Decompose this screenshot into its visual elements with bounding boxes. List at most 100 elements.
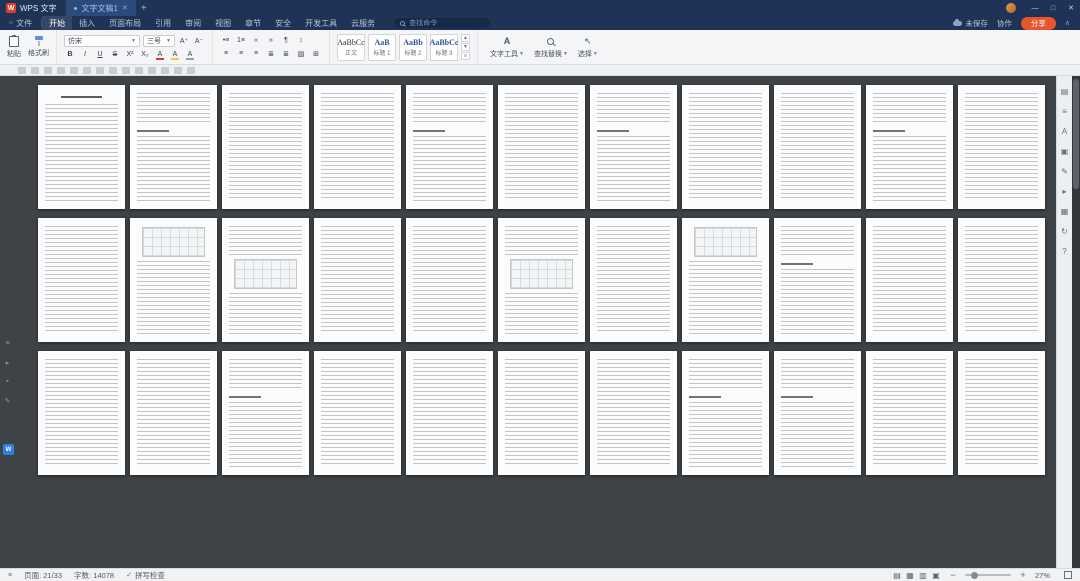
document-page[interactable] [866, 85, 953, 209]
edit-pane-icon[interactable]: ✎ [1060, 166, 1070, 176]
document-page[interactable] [314, 85, 401, 209]
document-page[interactable] [498, 218, 585, 342]
zoom-in-button[interactable]: + [1018, 570, 1028, 580]
shading-icon[interactable]: ▧ [295, 48, 307, 59]
menu-tab-10[interactable]: 云服务 [344, 16, 382, 30]
document-page[interactable] [958, 351, 1045, 475]
text-tools-button[interactable]: A 文字工具 ▼ [485, 35, 529, 59]
strikethrough-icon[interactable]: S [109, 49, 121, 60]
document-page[interactable] [406, 218, 493, 342]
menu-tab-8[interactable]: 安全 [268, 16, 298, 30]
decrease-indent-icon[interactable]: « [250, 35, 262, 46]
style-normal[interactable]: AaBbCc 正文 [337, 33, 365, 61]
font-name-select[interactable]: 仿宋 ▼ [64, 34, 140, 47]
quick-icon-10[interactable] [135, 66, 143, 74]
zoom-out-button[interactable]: − [948, 570, 958, 580]
zoom-slider-handle[interactable] [971, 571, 978, 579]
document-page[interactable] [590, 85, 677, 209]
borders-icon[interactable]: ⊞ [310, 48, 322, 59]
outline-view-icon[interactable]: ▣ [931, 571, 941, 580]
distribute-icon[interactable]: ≣ [280, 48, 292, 59]
document-page[interactable] [866, 351, 953, 475]
close-button[interactable]: ✕ [1062, 0, 1080, 16]
bookmark-pane-icon[interactable]: ▸ [1060, 186, 1070, 196]
document-page[interactable] [498, 85, 585, 209]
file-menu-button[interactable]: ≡ 文件 [0, 16, 41, 30]
quick-icon-13[interactable] [174, 66, 182, 74]
web-view-icon[interactable]: ▥ [918, 571, 928, 580]
minimize-button[interactable]: — [1026, 0, 1044, 16]
document-page[interactable] [498, 351, 585, 475]
document-page[interactable] [774, 85, 861, 209]
number-list-icon[interactable]: 1≡ [235, 35, 247, 46]
document-page[interactable] [682, 85, 769, 209]
maximize-button[interactable]: □ [1044, 0, 1062, 16]
document-page[interactable] [590, 218, 677, 342]
quick-icon-11[interactable] [148, 66, 156, 74]
vertical-scrollbar[interactable] [1072, 76, 1080, 568]
quick-icon-9[interactable] [122, 66, 130, 74]
quick-icon-6[interactable] [83, 66, 91, 74]
zoom-level[interactable]: 27% [1035, 571, 1057, 580]
annotate-icon[interactable]: ✎ [3, 396, 12, 405]
superscript-icon[interactable]: X² [124, 49, 136, 60]
selection-pane-icon[interactable]: ▣ [1060, 146, 1070, 156]
eye-protect-view-icon[interactable]: ▤ [892, 571, 902, 580]
styles-pane-icon[interactable]: A [1060, 126, 1070, 136]
document-page[interactable] [222, 218, 309, 342]
document-page[interactable] [682, 218, 769, 342]
gallery-more-icon[interactable]: ≡ [461, 52, 470, 60]
scrollbar-thumb[interactable] [1073, 79, 1079, 189]
collaborate-button[interactable]: 协作 [997, 18, 1012, 29]
style-heading-3[interactable]: AaBbCc 标题 3 [430, 33, 458, 61]
font-color-icon[interactable]: A [154, 49, 166, 60]
collapse-ribbon-icon[interactable]: ∧ [1065, 19, 1070, 27]
paragraph-marks-icon[interactable]: ¶ [280, 35, 292, 46]
bold-icon[interactable]: B [64, 49, 76, 60]
increase-indent-icon[interactable]: » [265, 35, 277, 46]
style-heading-2[interactable]: AaBb 标题 2 [399, 33, 427, 61]
line-spacing-icon[interactable]: ↕ [295, 35, 307, 46]
align-right-icon[interactable]: ≡ [250, 48, 262, 59]
underline-icon[interactable]: U [94, 49, 106, 60]
document-page[interactable] [774, 218, 861, 342]
status-menu-icon[interactable]: ≡ [8, 572, 12, 579]
new-tab-button[interactable]: + [136, 3, 152, 14]
quick-icon-1[interactable] [18, 66, 26, 74]
font-size-select[interactable]: 三号 ▼ [143, 34, 175, 47]
menu-tab-4[interactable]: 引用 [148, 16, 178, 30]
increase-font-icon[interactable]: A⁺ [178, 35, 190, 46]
document-page[interactable] [38, 351, 125, 475]
format-painter-button[interactable]: 格式刷 [28, 36, 49, 58]
share-button[interactable]: 分享 [1020, 16, 1056, 30]
paste-button[interactable]: 粘贴 [7, 34, 21, 59]
subscript-icon[interactable]: X₂ [139, 49, 151, 60]
zoom-slider[interactable] [965, 571, 1011, 579]
document-page[interactable] [406, 351, 493, 475]
document-page[interactable] [958, 218, 1045, 342]
document-page[interactable] [590, 351, 677, 475]
menu-tab-5[interactable]: 审阅 [178, 16, 208, 30]
align-center-icon[interactable]: ≡ [235, 48, 247, 59]
document-page[interactable] [774, 351, 861, 475]
marker-icon[interactable]: ▪ [3, 377, 12, 386]
align-left-icon[interactable]: ≡ [220, 48, 232, 59]
document-page[interactable] [222, 85, 309, 209]
save-status[interactable]: 未保存 [953, 18, 988, 29]
menu-tab-9[interactable]: 开发工具 [298, 16, 344, 30]
document-page[interactable] [130, 351, 217, 475]
fullscreen-icon[interactable] [1064, 571, 1072, 579]
spell-check[interactable]: ✓ 拼写检查 [126, 570, 165, 581]
gallery-up-icon[interactable]: ▲ [461, 34, 470, 42]
find-icon[interactable]: ≡ [1060, 106, 1070, 116]
menu-tab-1[interactable]: 开始 [42, 16, 73, 30]
menu-tab-3[interactable]: 页面布局 [102, 16, 148, 30]
style-heading-1[interactable]: AaB 标题 1 [368, 33, 396, 61]
select-button[interactable]: ↖ 选择 ▼ [573, 35, 603, 59]
document-page[interactable] [130, 85, 217, 209]
highlight-color-icon[interactable]: A [169, 49, 181, 60]
document-page[interactable] [222, 351, 309, 475]
quick-icon-7[interactable] [96, 66, 104, 74]
close-tab-icon[interactable]: ✕ [122, 4, 128, 12]
document-page[interactable] [406, 85, 493, 209]
